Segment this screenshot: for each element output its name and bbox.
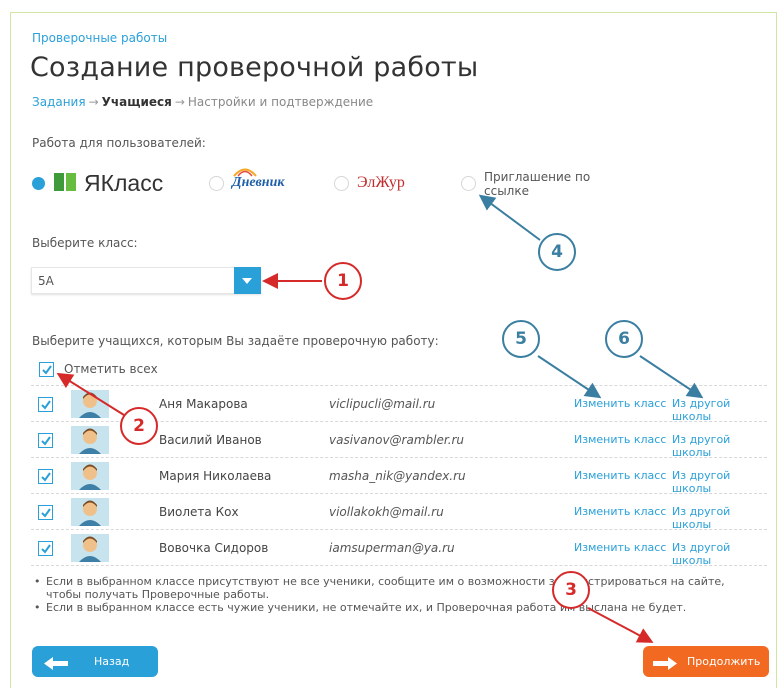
callout-1: 1 (324, 262, 362, 300)
callout-6: 6 (605, 320, 643, 358)
annotation-arrow-5 (537, 355, 602, 399)
callout-3: 3 (552, 571, 590, 609)
callout-5: 5 (502, 320, 540, 358)
annotation-arrows (56, 194, 704, 643)
annotation-arrow-2 (56, 372, 125, 416)
annotation-arrow-6 (639, 355, 704, 399)
annotation-arrow-3 (587, 607, 654, 643)
annotation-arrow-4 (478, 194, 541, 241)
callout-2: 2 (120, 407, 158, 445)
callout-4: 4 (538, 233, 576, 271)
